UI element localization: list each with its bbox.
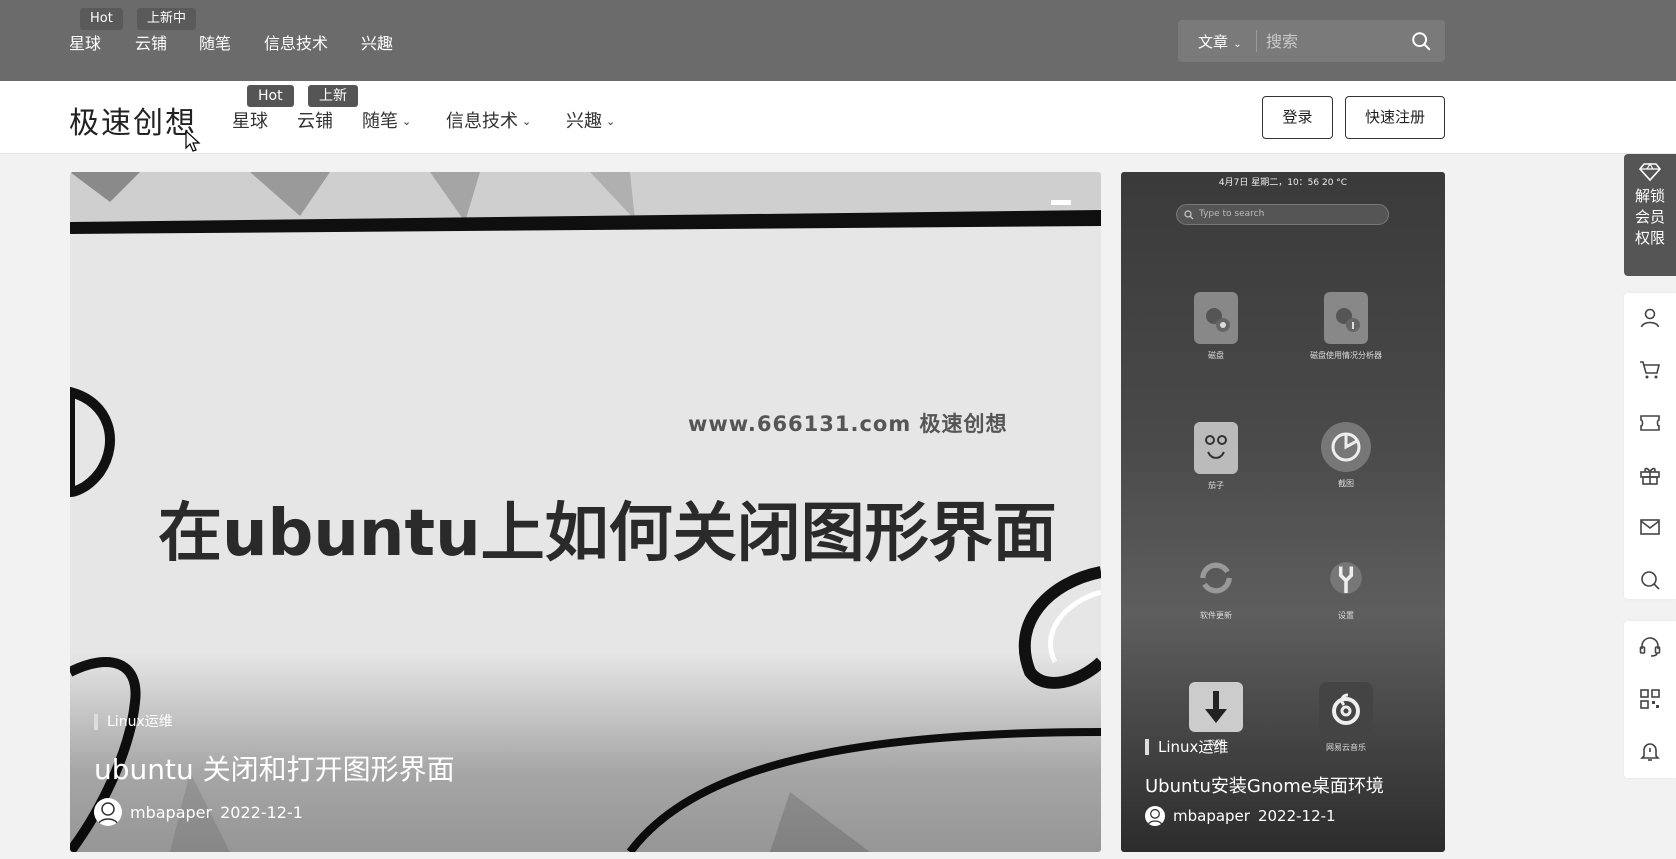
tool-group-support	[1624, 621, 1676, 778]
music-icon	[1319, 682, 1373, 736]
vip-label-line: 权限	[1634, 229, 1665, 247]
user-icon[interactable]	[1638, 306, 1662, 330]
post-author[interactable]: mbapaper	[130, 803, 212, 822]
screenshot-icon	[1321, 422, 1371, 472]
nav-item-it[interactable]: 信息技术 ⌄	[446, 107, 531, 133]
top-bar: 星球 Hot 云铺 上新中 随笔 信息技术 兴趣 文章 ⌄	[0, 0, 1676, 81]
avatar-icon	[97, 802, 119, 826]
desktop-status-bar: 4月7日 星期二，10：56 20 °C	[1218, 178, 1348, 188]
vip-label-line: 解锁	[1634, 187, 1665, 205]
camera-app-icon	[1194, 422, 1238, 474]
search-icon[interactable]	[1638, 568, 1662, 592]
featured-post-card[interactable]: www.666131.com 极速创想 在ubuntu上如何关闭图形界面 Lin…	[70, 172, 1101, 852]
qrcode-icon[interactable]	[1638, 687, 1662, 711]
disk-analyzer-icon	[1324, 292, 1368, 344]
post-meta: mbapaper 2022-12-1	[94, 798, 303, 826]
app-label: 磁盘使用情况分析器	[1310, 351, 1382, 360]
login-button[interactable]: 登录	[1262, 96, 1333, 139]
search-icon	[1184, 210, 1194, 220]
new-badge: 上新中	[137, 8, 197, 30]
top-nav-item-store[interactable]: 云铺	[135, 30, 167, 54]
app-settings: 设置	[1291, 552, 1401, 621]
unlock-vip-button[interactable]: 解锁 会员 权限	[1624, 154, 1676, 276]
hot-badge: Hot	[247, 85, 294, 107]
nav-item-planet[interactable]: 星球	[232, 107, 268, 133]
app-music: 网易云音乐	[1291, 682, 1401, 753]
app-label: 设置	[1338, 611, 1354, 620]
nav-item-label: 信息技术	[446, 111, 518, 132]
chevron-down-icon: ⌄	[606, 115, 616, 128]
search-type-select[interactable]: 文章 ⌄	[1198, 31, 1242, 52]
mouse-cursor-icon	[185, 130, 201, 152]
app-software-update: 软件更新	[1161, 552, 1271, 621]
app-screenshot: 截图	[1291, 422, 1401, 489]
post-date: 2022-12-1	[1257, 807, 1336, 825]
hot-badge: Hot	[80, 8, 123, 30]
chevron-down-icon: ⌄	[402, 115, 412, 128]
top-nav-item-essays[interactable]: 随笔	[199, 30, 231, 54]
app-disk-analyzer: 磁盘使用情况分析器	[1291, 292, 1401, 361]
settings-icon	[1324, 552, 1368, 604]
app-label: 软件更新	[1200, 611, 1232, 620]
chevron-down-icon: ⌄	[1230, 39, 1242, 50]
image-watermark: www.666131.com 极速创想	[688, 412, 1008, 436]
image-title-text: 在ubuntu上如何关闭图形界面	[158, 497, 1057, 571]
side-post-card[interactable]: 4月7日 星期二，10：56 20 °C Type to search 磁盘 磁…	[1121, 172, 1445, 852]
mail-icon[interactable]	[1638, 515, 1662, 539]
top-nav-item-it[interactable]: 信息技术	[264, 30, 328, 54]
avatar-icon	[1147, 808, 1163, 826]
post-date: 2022-12-1	[220, 802, 303, 822]
nav-item-essays[interactable]: 随笔 ⌄	[362, 107, 411, 133]
headset-icon[interactable]	[1638, 635, 1662, 659]
cart-icon[interactable]	[1638, 358, 1662, 382]
avatar[interactable]	[94, 798, 122, 826]
ticket-icon[interactable]	[1638, 411, 1662, 435]
desktop-search-field: Type to search	[1176, 204, 1389, 225]
app-label: 磁盘	[1208, 351, 1224, 360]
app-label: 茄子	[1208, 481, 1224, 490]
top-nav-item-planet[interactable]: 星球	[69, 30, 101, 54]
top-nav-item-interest[interactable]: 兴趣	[361, 30, 393, 54]
diamond-icon	[1639, 162, 1661, 182]
avatar[interactable]	[1145, 806, 1165, 826]
disk-icon	[1194, 292, 1238, 344]
nav-item-label: 随笔	[362, 111, 398, 132]
post-category[interactable]: Linux运维	[1145, 739, 1228, 755]
vip-label: 解锁 会员 权限	[1624, 186, 1676, 249]
software-update-icon	[1194, 552, 1238, 604]
app-label: 网易云音乐	[1326, 743, 1366, 752]
site-header: 极速创想 星球 Hot 云铺 上新 随笔 ⌄ 信息技术 ⌄ 兴趣 ⌄ 登录 快速注册	[0, 81, 1676, 154]
download-icon	[1189, 682, 1243, 732]
post-category[interactable]: Linux运维	[94, 714, 173, 730]
divider	[1256, 30, 1257, 52]
nav-item-label: 兴趣	[566, 111, 602, 132]
app-camera: 茄子	[1161, 422, 1271, 491]
app-disk: 磁盘	[1161, 292, 1271, 361]
site-logo[interactable]: 极速创想	[69, 98, 197, 142]
search-icon[interactable]	[1410, 30, 1432, 52]
register-button[interactable]: 快速注册	[1345, 96, 1445, 139]
gift-icon[interactable]	[1638, 463, 1662, 487]
tool-group-main	[1624, 293, 1676, 599]
search-type-label: 文章	[1198, 33, 1229, 51]
nav-item-store[interactable]: 云铺	[297, 107, 333, 133]
nav-item-interest[interactable]: 兴趣 ⌄	[566, 107, 615, 133]
post-meta: mbapaper 2022-12-1	[1145, 806, 1336, 826]
new-badge: 上新	[308, 85, 358, 107]
app-label: 截图	[1338, 479, 1354, 488]
post-title[interactable]: ubuntu 关闭和打开图形界面	[94, 748, 455, 788]
chevron-down-icon: ⌄	[522, 115, 532, 128]
bell-icon[interactable]	[1638, 739, 1662, 763]
desktop-search-placeholder: Type to search	[1199, 209, 1265, 219]
post-author[interactable]: mbapaper	[1173, 807, 1250, 825]
post-title[interactable]: Ubuntu安装Gnome桌面环境	[1145, 772, 1384, 798]
vip-label-line: 会员	[1634, 208, 1665, 226]
search-input[interactable]	[1266, 29, 1406, 53]
search-box: 文章 ⌄	[1178, 20, 1445, 62]
